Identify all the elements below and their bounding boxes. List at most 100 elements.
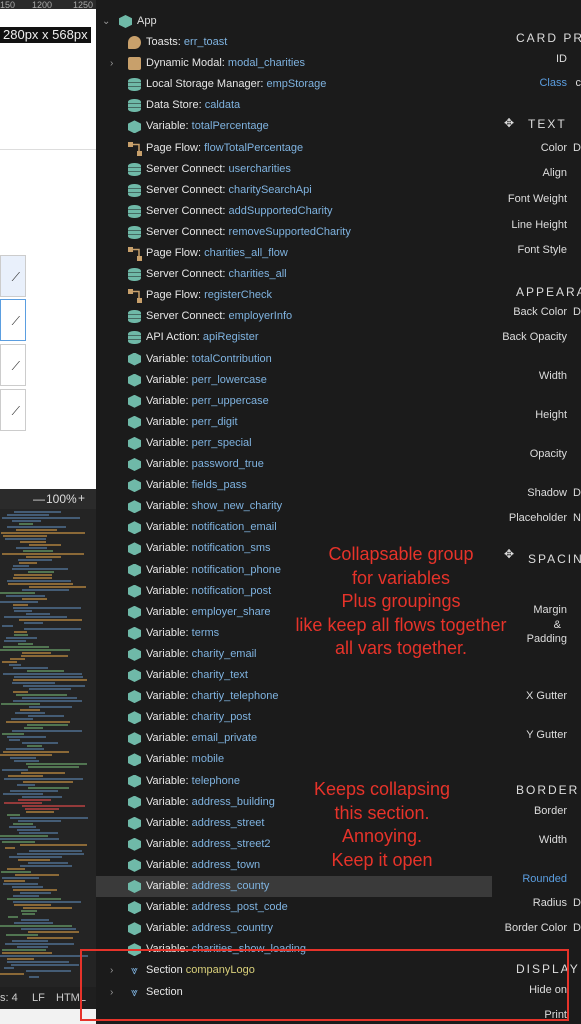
tree-item[interactable]: Variable: notification_email <box>96 517 492 538</box>
tree-item[interactable]: Server Connect: employerInfo <box>96 306 492 327</box>
tree-item[interactable]: Variable: address_post_code <box>96 897 492 918</box>
id-label: ID <box>556 53 567 65</box>
tree-item-type: Server Connect: <box>146 268 226 281</box>
minimap-line <box>2 769 28 771</box>
minimap-line <box>13 823 33 825</box>
minimap-line <box>4 640 26 642</box>
tree-item-name: address_street2 <box>191 837 271 850</box>
minimap-line <box>14 634 28 636</box>
radius-value[interactable]: D <box>573 897 581 909</box>
section-border[interactable]: BORDER <box>516 783 579 797</box>
chevron-down-icon[interactable]: ⌄ <box>102 11 110 32</box>
minimap-line <box>17 946 48 948</box>
tree-item-type: Variable: <box>146 584 189 597</box>
placeholder-value[interactable]: N <box>573 512 581 524</box>
tree-item[interactable]: Server Connect: charitySearchApi <box>96 180 492 201</box>
canvas-check-cell[interactable]: ⟋ <box>0 255 26 297</box>
minimap-line <box>3 793 43 795</box>
tree-item[interactable]: Variable: totalPercentage <box>96 116 492 137</box>
tree-item[interactable]: Variable: chartiy_telephone <box>96 686 492 707</box>
tree-item-type: Variable: <box>146 458 189 470</box>
zoom-out-button[interactable]: — <box>33 492 45 506</box>
tree-item[interactable]: Variable: perr_special <box>96 433 492 454</box>
section-spacing[interactable]: SPACING <box>528 552 581 566</box>
variable-icon <box>128 394 141 408</box>
tree-item[interactable]: Variable: fields_pass <box>96 475 492 496</box>
section-appearance[interactable]: APPEARA <box>516 285 581 299</box>
tree-item[interactable]: Variable: address_county <box>96 876 492 897</box>
tree-item[interactable]: › Dynamic Modal: modal_charities <box>96 53 492 74</box>
chevron-right-icon[interactable]: › <box>110 53 113 74</box>
tree-item-name: telephone <box>191 774 240 787</box>
minimap-line <box>2 661 17 663</box>
tree-item[interactable]: Variable: charity_text <box>96 665 492 686</box>
minimap-line <box>2 952 52 954</box>
tree-item[interactable]: Variable: address_country <box>96 918 492 939</box>
tree-item-name: employerInfo <box>228 310 293 323</box>
border-color-value[interactable]: D <box>573 922 581 934</box>
tree-item[interactable]: Data Store: caldata <box>96 95 492 116</box>
status-eol[interactable]: LF <box>32 992 45 1004</box>
color-label: Color <box>540 142 567 154</box>
back-color-value[interactable]: D <box>573 306 581 318</box>
canvas-check-cell[interactable]: ⟋ <box>0 389 26 431</box>
variable-icon <box>128 436 141 450</box>
tree-item[interactable]: Variable: perr_lowercase <box>96 370 492 391</box>
minimap-line <box>10 658 25 660</box>
minimap-line <box>9 826 36 828</box>
tree-root-app[interactable]: ⌄ App <box>96 11 492 32</box>
canvas-check-cell[interactable]: ⟋ <box>0 299 26 341</box>
tree-item[interactable]: Page Flow: flowTotalPercentage <box>96 138 492 159</box>
tree-item-type: Variable: <box>146 394 189 407</box>
radius-label: Radius <box>532 897 567 909</box>
tree-item[interactable]: Local Storage Manager: empStorage <box>96 74 492 95</box>
code-minimap[interactable] <box>0 509 96 987</box>
variable-icon <box>128 690 141 704</box>
section-text[interactable]: TEXT <box>528 117 567 131</box>
class-value[interactable]: c <box>576 77 581 89</box>
minimap-line <box>29 586 86 588</box>
tree-item[interactable]: Toasts: err_toast <box>96 32 492 53</box>
tree-item[interactable]: Variable: password_true <box>96 454 492 475</box>
padding-label: Padding <box>526 633 567 645</box>
tree-item[interactable]: Variable: totalContribution <box>96 349 492 370</box>
tree-item-name: chartiy_telephone <box>191 690 279 703</box>
tree-item-label: Variable: address_county <box>146 876 269 897</box>
zoom-in-button[interactable]: + <box>78 491 85 505</box>
minimap-line <box>9 739 20 741</box>
color-value[interactable]: D <box>573 142 581 154</box>
tree-item-name: notification_email <box>191 521 277 534</box>
tree-item[interactable]: Page Flow: charities_all_flow <box>96 243 492 264</box>
status-indent[interactable]: s: 4 <box>0 992 18 1004</box>
tree-item[interactable]: Server Connect: removeSupportedCharity <box>96 222 492 243</box>
class-label[interactable]: Class <box>539 77 567 89</box>
tree-item[interactable]: Variable: perr_digit <box>96 412 492 433</box>
tree-item[interactable]: Variable: mobile <box>96 749 492 770</box>
database-icon <box>128 268 141 282</box>
rounded-label[interactable]: Rounded <box>522 873 567 885</box>
tree-item[interactable]: Server Connect: addSupportedCharity <box>96 201 492 222</box>
section-card-properties[interactable]: CARD PRO <box>516 31 581 45</box>
tree-item[interactable]: Variable: show_new_charity <box>96 496 492 517</box>
tree-item-name: charity_text <box>191 669 248 681</box>
tree-item[interactable]: Variable: charity_post <box>96 707 492 728</box>
tree-item-label: Data Store: caldata <box>146 95 240 116</box>
minimap-line <box>3 751 69 753</box>
minimap-line <box>6 721 70 723</box>
tree-item-type: Variable: <box>146 795 189 808</box>
tree-item[interactable]: Server Connect: charities_all <box>96 264 492 285</box>
design-canvas[interactable]: ⟋ ⟋ ⟋ ⟋ <box>0 9 96 489</box>
tree-item[interactable]: API Action: apiRegister <box>96 327 492 348</box>
canvas-check-cell[interactable]: ⟋ <box>0 344 26 386</box>
tree-item[interactable]: Variable: perr_uppercase <box>96 391 492 412</box>
tree-item[interactable]: Variable: email_private <box>96 728 492 749</box>
tree-item[interactable]: Page Flow: registerCheck <box>96 285 492 306</box>
minimap-line <box>7 514 49 516</box>
zoom-bar: — 100% + <box>0 489 96 509</box>
variable-icon <box>128 352 141 366</box>
shadow-value[interactable]: D <box>573 487 581 499</box>
minimap-line <box>6 637 37 639</box>
minimap-line <box>28 787 69 789</box>
tree-item[interactable]: Server Connect: usercharities <box>96 159 492 180</box>
minimap-line <box>21 655 68 657</box>
